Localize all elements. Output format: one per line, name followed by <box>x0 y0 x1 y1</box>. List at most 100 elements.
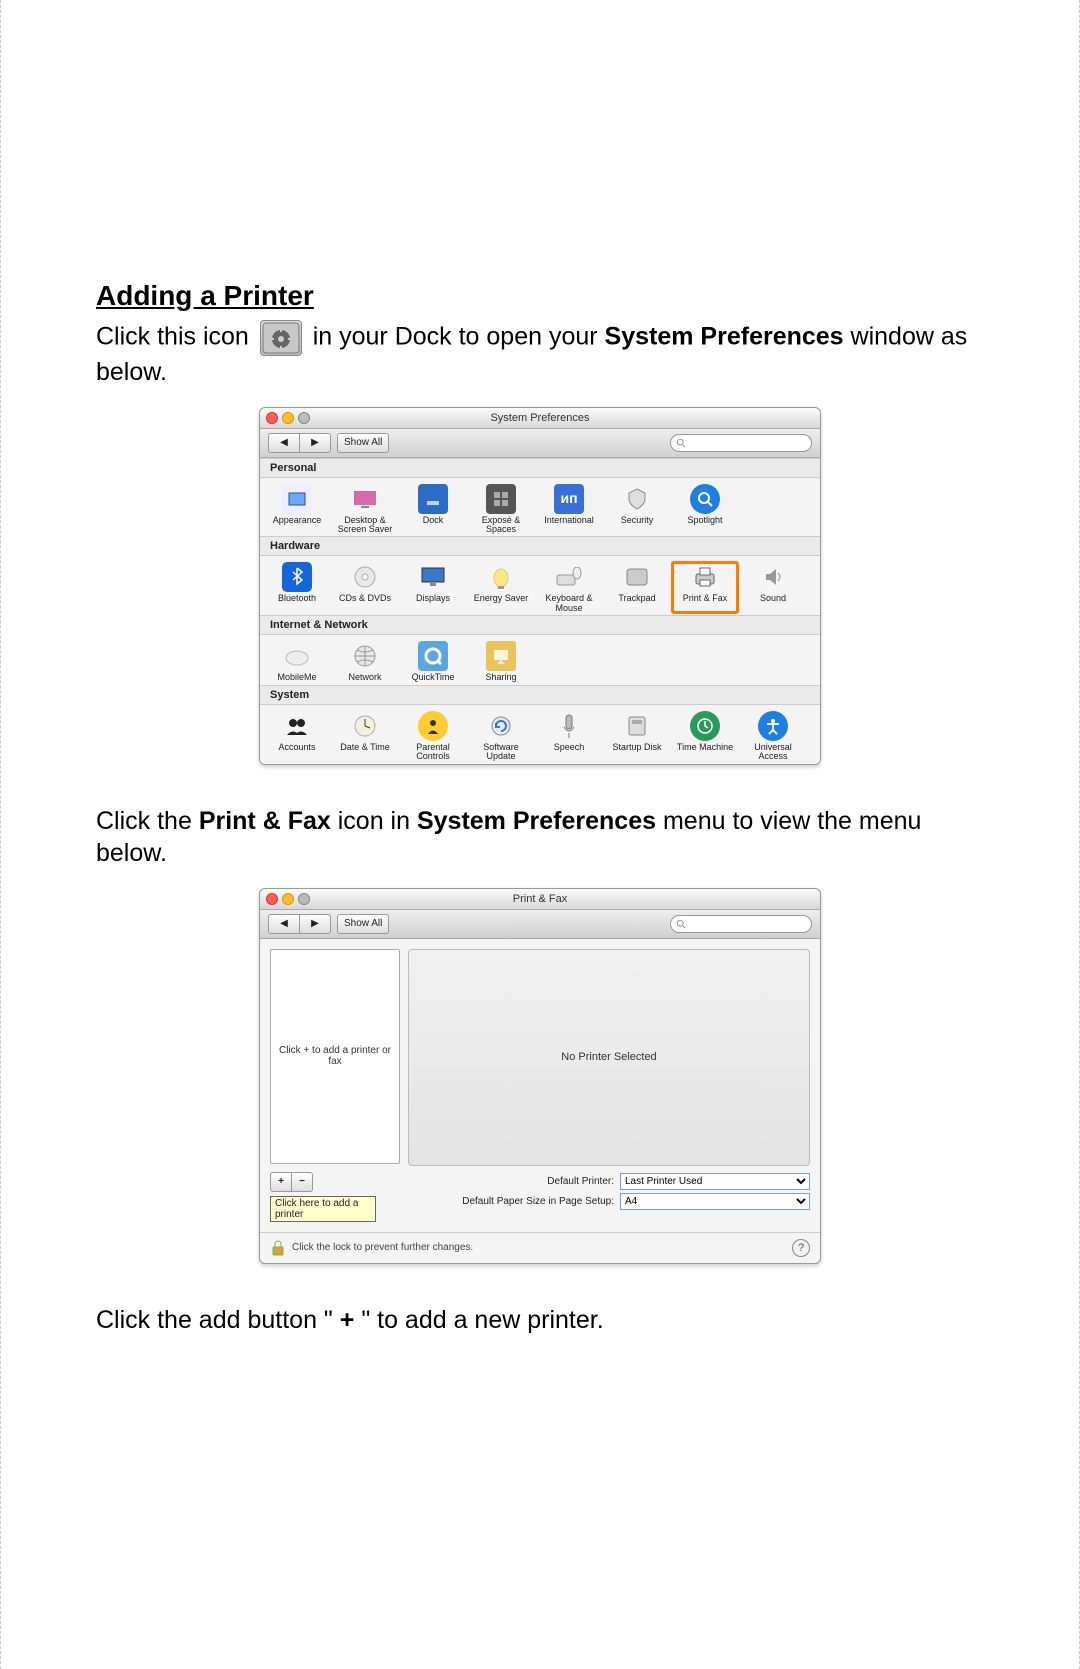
accounts-icon <box>284 716 310 736</box>
timemachine-icon <box>695 716 715 736</box>
text: " to add a new printer. <box>361 1306 603 1334</box>
pref-universal[interactable]: Universal Access <box>740 711 806 762</box>
pref-parental[interactable]: Parental Controls <box>400 711 466 762</box>
section-internet: Internet & Network <box>260 615 820 635</box>
cd-icon <box>353 565 377 589</box>
pref-international[interactable]: ипInternational <box>536 484 602 535</box>
displays-icon <box>420 566 446 588</box>
lock-icon[interactable] <box>270 1239 286 1257</box>
default-printer-label: Default Printer: <box>384 1176 614 1187</box>
forward-button[interactable]: ▶ <box>300 433 331 453</box>
pref-sound[interactable]: Sound <box>740 562 806 613</box>
zoom-icon[interactable] <box>298 412 310 424</box>
pref-datetime[interactable]: Date & Time <box>332 711 398 762</box>
security-icon <box>626 487 648 511</box>
nav-buttons[interactable]: ◀ ▶ <box>268 433 331 453</box>
sharing-icon <box>491 647 511 665</box>
window-titlebar: Print & Fax <box>260 889 820 910</box>
close-icon[interactable] <box>266 893 278 905</box>
pref-dock[interactable]: Dock <box>400 484 466 535</box>
print-fax-body: Click + to add a printer or fax No Print… <box>260 939 820 1232</box>
back-button[interactable]: ◀ <box>268 914 300 934</box>
window-toolbar: ◀ ▶ Show All <box>260 429 820 458</box>
back-button[interactable]: ◀ <box>268 433 300 453</box>
pref-timemachine[interactable]: Time Machine <box>672 711 738 762</box>
zoom-icon[interactable] <box>298 893 310 905</box>
universal-icon <box>763 716 783 736</box>
minimize-icon[interactable] <box>282 893 294 905</box>
text: in your Dock to open your <box>313 323 605 351</box>
printer-list[interactable]: Click + to add a printer or fax <box>270 949 400 1164</box>
printer-detail-pane: No Printer Selected <box>408 949 810 1166</box>
text: Click the add button " <box>96 1306 333 1334</box>
forward-button[interactable]: ▶ <box>300 914 331 934</box>
search-icon <box>676 438 686 448</box>
window-traffic-lights[interactable] <box>266 893 310 905</box>
text-bold: System Preferences <box>417 807 656 835</box>
paragraph-3: Click the add button " + " to add a new … <box>96 1304 984 1337</box>
search-icon <box>676 919 686 929</box>
pref-sharing[interactable]: Sharing <box>468 641 534 682</box>
printer-list-empty-text: Click + to add a printer or fax <box>277 1045 393 1067</box>
speech-icon <box>560 713 578 739</box>
text: Click this icon <box>96 323 256 351</box>
bluetooth-icon <box>289 566 305 588</box>
paragraph-1: Click this icon in your Dock to open you… <box>96 320 984 389</box>
remove-printer-button[interactable]: − <box>292 1172 313 1192</box>
window-traffic-lights[interactable] <box>266 412 310 424</box>
default-printer-select[interactable]: Last Printer Used <box>620 1173 810 1190</box>
network-icon <box>353 644 377 668</box>
pref-desktop[interactable]: Desktop & Screen Saver <box>332 484 398 535</box>
text-bold: + <box>340 1306 355 1334</box>
help-button[interactable]: ? <box>792 1239 810 1257</box>
search-input[interactable] <box>670 434 812 452</box>
desktop-icon <box>353 489 377 509</box>
trackpad-icon <box>625 567 649 587</box>
search-input[interactable] <box>670 915 812 933</box>
pref-displays[interactable]: Displays <box>400 562 466 613</box>
document-page: Adding a Printer Click this icon in your… <box>0 0 1080 1669</box>
pref-quicktime[interactable]: QuickTime <box>400 641 466 682</box>
pref-row-system: Accounts Date & Time Parental Controls S… <box>260 705 820 764</box>
pref-trackpad[interactable]: Trackpad <box>604 562 670 613</box>
system-preferences-window: System Preferences ◀ ▶ Show All Personal… <box>259 407 821 765</box>
pref-startup[interactable]: Startup Disk <box>604 711 670 762</box>
pref-energy[interactable]: Energy Saver <box>468 562 534 613</box>
paper-size-select[interactable]: A4 <box>620 1193 810 1210</box>
dock-icon <box>423 489 443 509</box>
spotlight-icon <box>695 489 715 509</box>
pref-keyboard[interactable]: Keyboard & Mouse <box>536 562 602 613</box>
text: icon in <box>338 807 417 835</box>
section-system: System <box>260 685 820 705</box>
pref-software[interactable]: Software Update <box>468 711 534 762</box>
pref-spotlight[interactable]: Spotlight <box>672 484 738 535</box>
show-all-button[interactable]: Show All <box>337 433 389 453</box>
pref-row-internet: MobileMe Network QuickTime Sharing <box>260 635 820 684</box>
pref-security[interactable]: Security <box>604 484 670 535</box>
pref-mobileme[interactable]: MobileMe <box>264 641 330 682</box>
pref-accounts[interactable]: Accounts <box>264 711 330 762</box>
pref-expose[interactable]: Exposé & Spaces <box>468 484 534 535</box>
paragraph-2: Click the Print & Fax icon in System Pre… <box>96 805 984 870</box>
mobileme-icon <box>284 646 310 666</box>
section-heading: Adding a Printer <box>96 280 984 312</box>
show-all-button[interactable]: Show All <box>337 914 389 934</box>
pref-bluetooth[interactable]: Bluetooth <box>264 562 330 613</box>
text-bold: Print & Fax <box>199 807 331 835</box>
startup-icon <box>626 714 648 738</box>
pref-cds[interactable]: CDs & DVDs <box>332 562 398 613</box>
text: Click the <box>96 807 199 835</box>
lock-bar: Click the lock to prevent further change… <box>260 1232 820 1263</box>
close-icon[interactable] <box>266 412 278 424</box>
pref-appearance[interactable]: Appearance <box>264 484 330 535</box>
minimize-icon[interactable] <box>282 412 294 424</box>
add-printer-button[interactable]: + <box>270 1172 292 1192</box>
text-bold: System Preferences <box>605 323 844 351</box>
nav-buttons[interactable]: ◀ ▶ <box>268 914 331 934</box>
expose-icon <box>491 489 511 509</box>
keyboard-icon <box>556 567 582 587</box>
pref-speech[interactable]: Speech <box>536 711 602 762</box>
pref-print-fax[interactable]: Print & Fax <box>672 562 738 613</box>
pref-network[interactable]: Network <box>332 641 398 682</box>
quicktime-icon <box>423 646 443 666</box>
